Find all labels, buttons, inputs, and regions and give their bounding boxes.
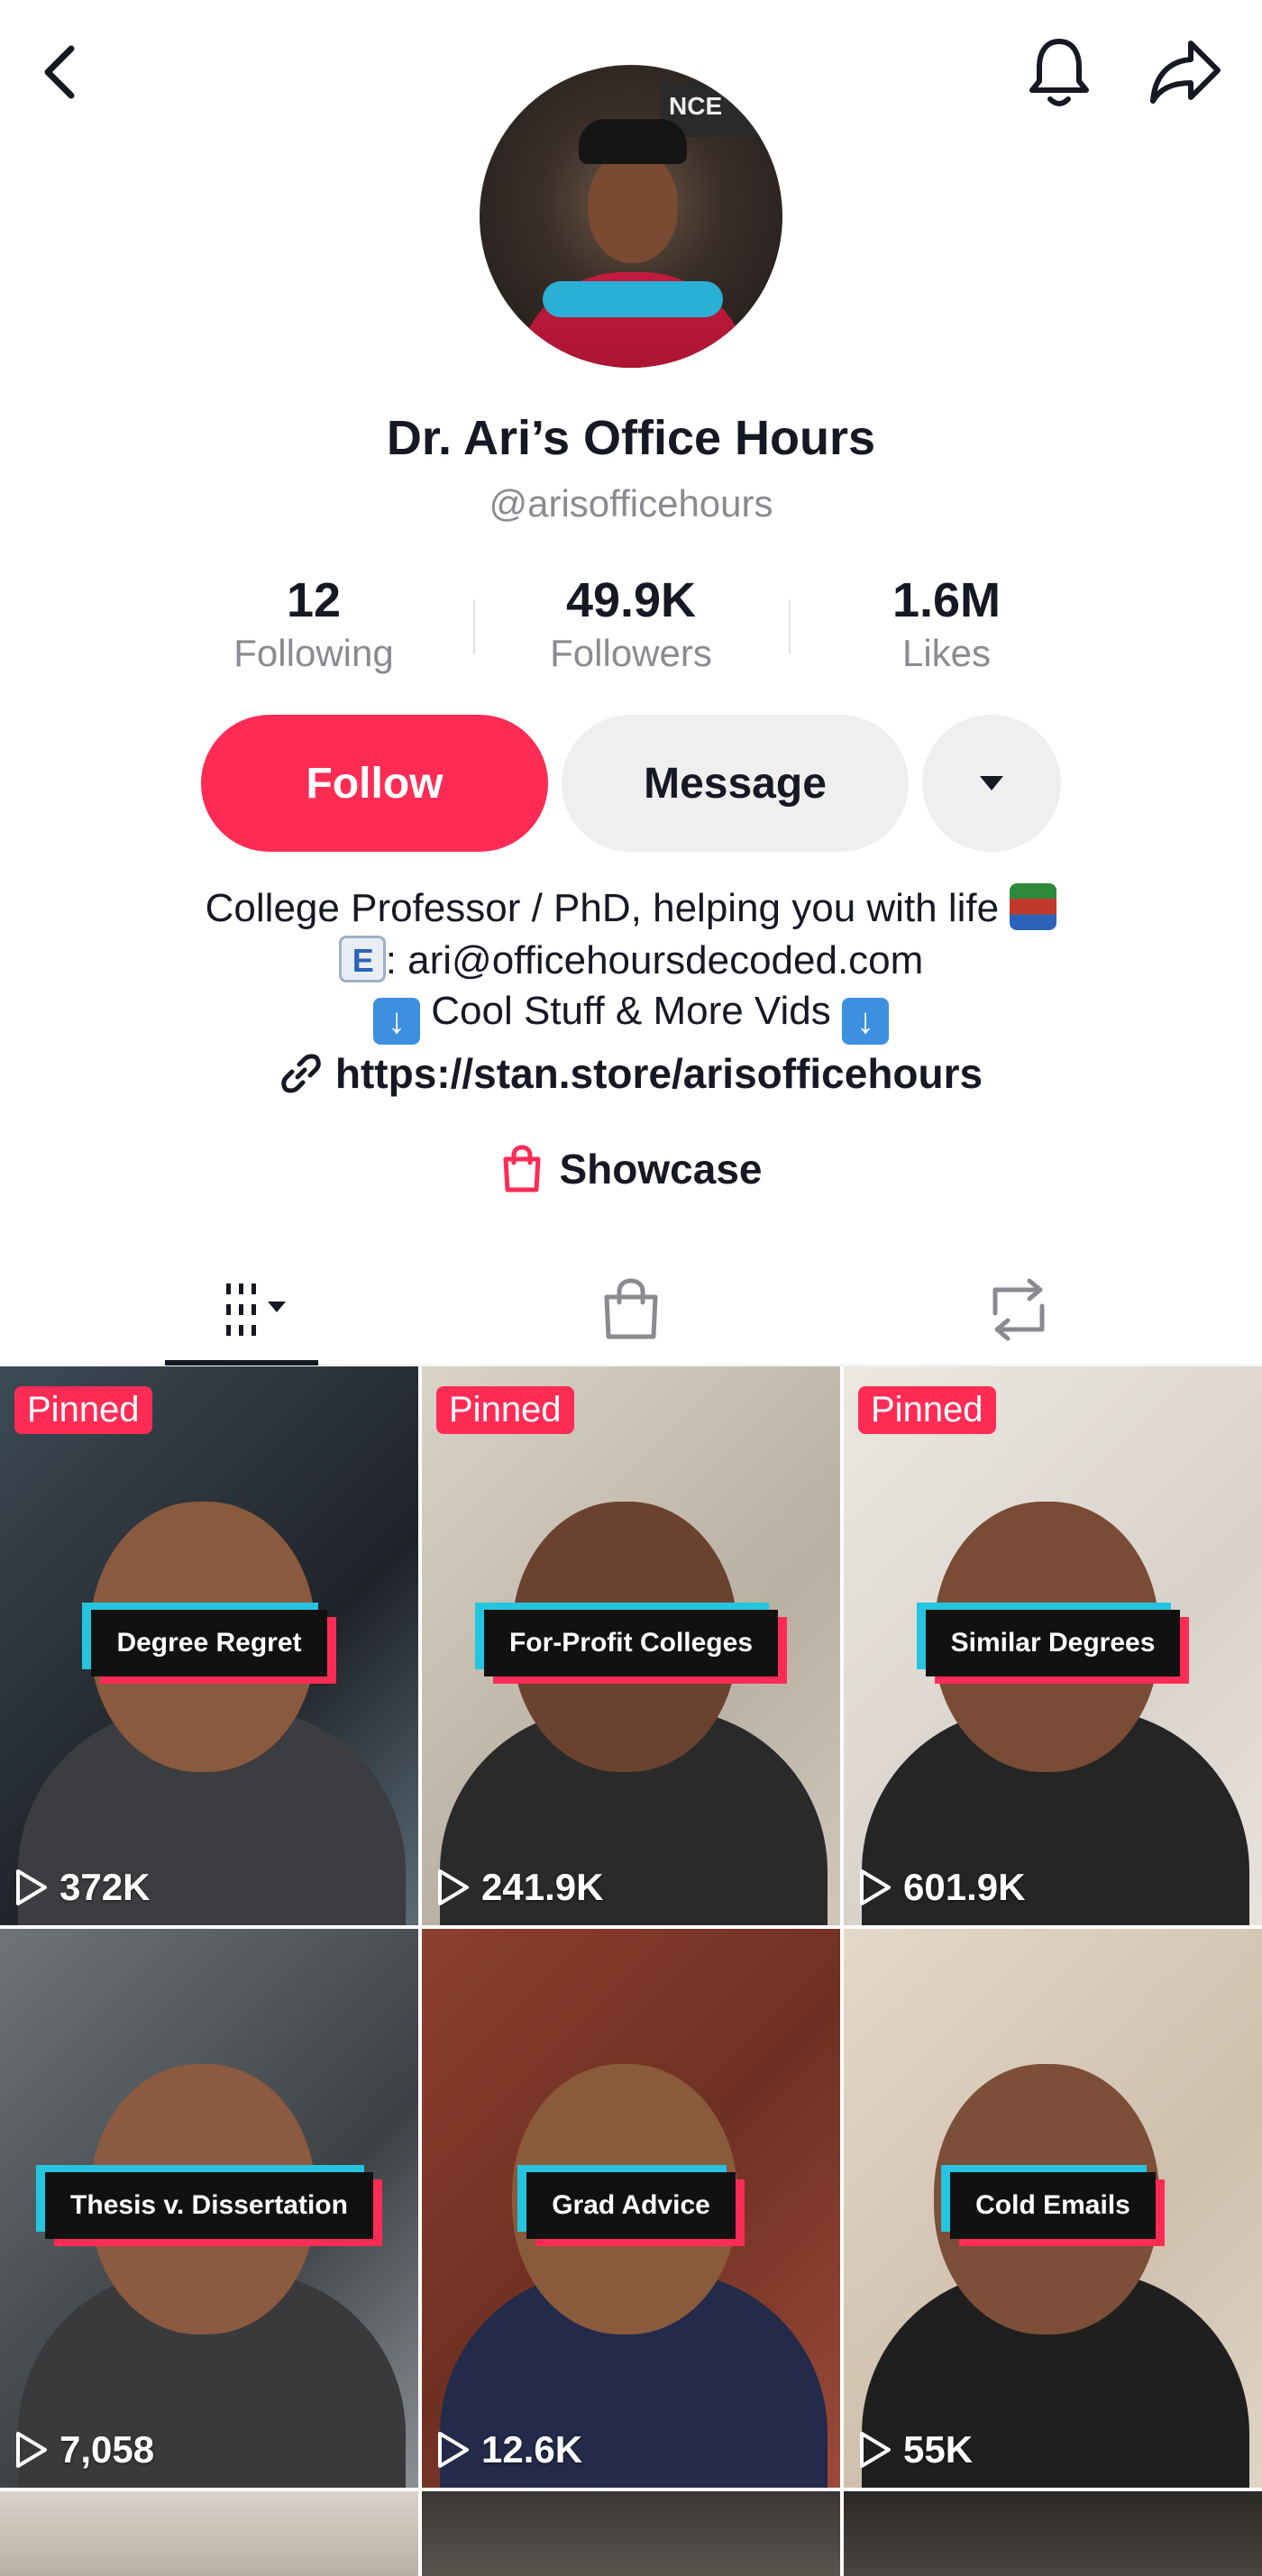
video-caption-text: Thesis v. Dissertation (45, 2172, 373, 2239)
active-tab-indicator (165, 1360, 318, 1366)
video-tile[interactable] (422, 2491, 840, 2576)
profile-avatar[interactable]: NCE (480, 65, 782, 368)
avatar-cap (579, 119, 687, 164)
play-icon (860, 1869, 891, 1905)
shopping-bag-icon (503, 1145, 540, 1192)
video-caption: Degree Regret (0, 1610, 418, 1676)
tab-reposts[interactable] (946, 1253, 1091, 1366)
books-icon (1010, 883, 1057, 930)
likes-label: Likes (901, 632, 992, 674)
video-tile[interactable]: Grad Advice 12.6K (422, 1929, 840, 2488)
bio-line-2: : ari@officehoursdecoded.com (0, 936, 1262, 983)
following-stat[interactable]: 12 Following (178, 572, 449, 675)
pinned-badge: Pinned (14, 1386, 152, 1434)
chevron-left-icon (44, 45, 75, 99)
play-icon (438, 1869, 469, 1905)
video-grid: Pinned Degree Regret 372K Pinned For-Pro… (0, 1366, 1262, 2576)
follow-button[interactable]: Follow (201, 715, 548, 852)
likes-count: 1.6M (892, 573, 1001, 627)
tab-shop[interactable] (559, 1253, 703, 1366)
profile-stats: 12 Following 49.9K Followers 1.6M Likes (0, 572, 1262, 681)
share-button[interactable] (1140, 27, 1230, 117)
video-caption-text: Degree Regret (91, 1610, 327, 1676)
video-tile[interactable]: Pinned For-Profit Colleges 241.9K (422, 1366, 840, 1925)
down-arrow-icon: ↓ (373, 998, 421, 1045)
profile-tabs (0, 1253, 1262, 1366)
view-count: 601.9K (858, 1866, 1025, 1909)
more-options-button[interactable] (922, 715, 1061, 852)
play-icon (438, 2432, 469, 2468)
message-button[interactable]: Message (562, 715, 909, 852)
showcase-label: Showcase (559, 1146, 763, 1192)
play-icon (16, 2432, 47, 2468)
video-caption: Thesis v. Dissertation (0, 2172, 418, 2239)
play-icon (860, 2432, 891, 2468)
profile-link-text: https://stan.store/arisofficehours (334, 1050, 983, 1097)
pinned-badge: Pinned (436, 1386, 574, 1434)
video-tile[interactable]: Cold Emails 55K (844, 1929, 1262, 2488)
profile-handle: @arisofficehours (489, 482, 773, 525)
email-icon (338, 936, 386, 982)
pinned-badge: Pinned (858, 1386, 996, 1434)
avatar-face (588, 151, 678, 263)
view-count-text: 12.6K (481, 2428, 583, 2471)
share-arrow-icon (1150, 41, 1221, 104)
stat-divider (789, 599, 791, 653)
view-count: 241.9K (436, 1866, 603, 1909)
caret-down-icon (980, 776, 1003, 790)
view-count-text: 241.9K (481, 1866, 604, 1908)
shopping-bag-icon (604, 1277, 658, 1338)
grid-view-icon (226, 1283, 286, 1336)
avatar-hood (543, 281, 723, 317)
video-caption: Grad Advice (422, 2172, 840, 2239)
notification-bell-button[interactable] (1019, 27, 1100, 117)
video-caption: Cold Emails (844, 2172, 1262, 2239)
video-tile[interactable] (844, 2491, 1262, 2576)
bio-line-1: College Professor / PhD, helping you wit… (0, 883, 1262, 931)
bell-icon (1029, 39, 1089, 106)
profile-name: Dr. Ari’s Office Hours (386, 411, 876, 465)
bio-text: College Professor / PhD, helping you wit… (205, 886, 1000, 930)
stat-divider (473, 599, 475, 653)
view-count: 7,058 (14, 2428, 154, 2471)
video-caption-text: Cold Emails (950, 2172, 1156, 2239)
following-count: 12 (286, 573, 342, 627)
view-count-text: 7,058 (59, 2428, 155, 2471)
profile-link[interactable]: https://stan.store/arisofficehours (0, 1049, 1262, 1098)
view-count-text: 55K (903, 2428, 974, 2471)
video-tile[interactable]: Thesis v. Dissertation 7,058 (0, 1929, 418, 2488)
followers-stat[interactable]: 49.9K Followers (496, 572, 766, 675)
bio-email: : ari@officehoursdecoded.com (385, 938, 924, 982)
link-icon (281, 1054, 321, 1093)
video-caption-text: For-Profit Colleges (483, 1610, 778, 1676)
repost-icon (992, 1278, 1045, 1340)
video-caption-text: Grad Advice (526, 2172, 736, 2239)
bio-line-3: ↓ Cool Stuff & More Vids ↓ (0, 989, 1262, 1045)
followers-label: Followers (550, 632, 712, 674)
video-tile[interactable]: Pinned Degree Regret 372K (0, 1366, 418, 1925)
following-label: Following (233, 632, 394, 674)
play-icon (16, 1869, 47, 1905)
view-count: 55K (858, 2428, 973, 2471)
tab-videos[interactable] (165, 1253, 318, 1366)
bio-text: Cool Stuff & More Vids (431, 989, 831, 1033)
likes-stat[interactable]: 1.6M Likes (811, 572, 1082, 675)
video-caption: For-Profit Colleges (422, 1610, 840, 1676)
video-tile[interactable]: Pinned Similar Degrees 601.9K (844, 1366, 1262, 1925)
video-caption: Similar Degrees (844, 1610, 1262, 1676)
view-count: 372K (14, 1866, 150, 1909)
back-button[interactable] (27, 36, 90, 108)
view-count-text: 601.9K (903, 1866, 1026, 1908)
followers-count: 49.9K (565, 573, 697, 627)
down-arrow-icon: ↓ (841, 998, 889, 1045)
showcase-button[interactable]: Showcase (0, 1145, 1262, 1193)
video-caption-text: Similar Degrees (925, 1610, 1181, 1676)
view-count-text: 372K (59, 1866, 151, 1908)
view-count: 12.6K (436, 2428, 582, 2471)
video-tile[interactable] (0, 2491, 418, 2576)
